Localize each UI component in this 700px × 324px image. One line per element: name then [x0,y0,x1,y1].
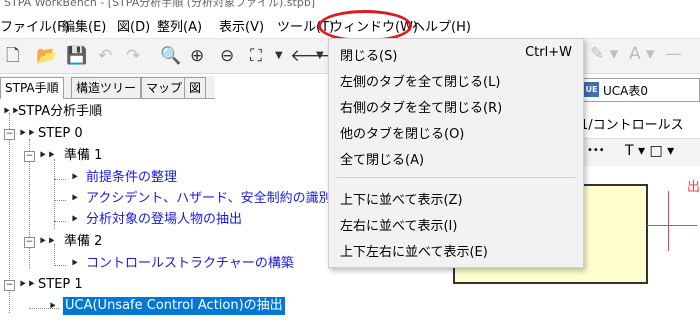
tree-item-actors[interactable]: 分析対象の登場人物の抽出 [86,211,242,229]
menu-item-label: 左側のタブを全て閉じる(L) [340,75,501,90]
tree-connector [54,200,66,201]
tree-prep2-label[interactable]: 準備 2 [64,233,102,251]
collapse-toggle-icon[interactable]: − [4,280,15,291]
tab-map[interactable]: マップ [141,77,188,98]
menu-item-label: 全て閉じる(A) [340,153,425,168]
tree-item-preconditions[interactable]: 前提条件の整理 [86,169,177,187]
table-icon: UE [584,82,599,97]
arrow-icon: ⯈ [70,257,79,270]
menu-help[interactable]: ヘルプ(H) [412,16,471,35]
diagram-connector [647,225,697,226]
tree-connector [54,159,55,229]
menu-align[interactable]: 整列(A) [157,16,202,35]
tree-step0-label[interactable]: STEP 0 [38,125,83,143]
tab-stpa-procedure[interactable]: STPA手順 [0,77,64,99]
tree-connector [54,265,66,266]
tree-prep1-label[interactable]: 準備 1 [64,147,102,165]
menu-file[interactable]: ファイル(F) [0,16,70,35]
menu-item-shortcut: Ctrl+W [525,45,572,60]
menu-view[interactable]: 表示(V) [219,16,264,35]
menu-item-label: 上下に並べて表示(Z) [340,193,463,208]
arrow-icon: ⯈ [70,213,79,226]
menu-item-label: 左右に並べて表示(I) [340,219,458,234]
menu-item-close[interactable]: 閉じる(S) Ctrl+W [329,43,583,64]
text-tool-icon[interactable]: T ▾ □ ▾ [625,143,674,159]
tab-diagram[interactable]: 図 [184,77,207,98]
menu-item-tile-horizontal[interactable]: 左右に並べて表示(I) [329,213,583,234]
zoom-icon[interactable]: 🔍 [160,47,181,65]
menu-edit[interactable]: 編集(E) [62,16,106,35]
tree-item-uca-extraction[interactable]: UCA(Unsafe Control Action)の抽出 [63,297,285,315]
format-toolbar: ••• T ▾ □ ▾ [575,138,700,168]
tree-connector [54,221,66,222]
tree-connector [54,179,66,180]
menu-item-label: 上下左右に並べて表示(E) [340,245,488,260]
open-folder-icon[interactable]: 📂 [36,47,57,65]
format-dots: ••• [587,145,605,156]
tree-root-label[interactable]: STPA分析手順 [18,103,102,121]
left-tab-strip: STPA手順 構造ツリー マップ 図 [0,76,215,99]
menu-item-close-other-tabs[interactable]: 他のタブを閉じる(O) [329,121,583,142]
double-arrow-icon: ⯈⯈ [18,278,36,291]
diagram-label: 出 [687,180,700,195]
menu-item-label: 右側のタブを全て閉じる(R) [340,101,503,116]
new-file-icon[interactable]: 🗋 [6,47,20,65]
tab-uca-table[interactable]: UE UCA表0 [580,78,700,102]
menu-item-label: 他のタブを閉じる(O) [340,127,465,142]
back-dropdown-icon[interactable]: ▼ [316,47,324,65]
window-title: STPA WorkBench - [STPA分析手順 (分析対象ファイル).st… [4,0,316,9]
tree-item-accidents-hazards[interactable]: アクシデント、ハザード、安全制約の識別 [86,190,332,208]
format-tools-disabled: ✎ ▾ A ▾ — [590,44,683,64]
fit-window-icon[interactable]: ⛶ [250,47,262,65]
menu-item-close-all[interactable]: 全て閉じる(A) [329,147,583,168]
menu-separator [337,177,575,178]
collapse-toggle-icon[interactable]: − [24,237,35,248]
collapse-toggle-icon[interactable]: − [4,129,15,140]
editor-panel: UE UCA表0 1/コントロールス ••• T ▾ □ ▾ 出 [453,76,700,324]
double-arrow-icon: ⯈⯈ [2,105,20,118]
zoom-out-icon[interactable]: ⊖ [220,47,234,65]
procedure-tree: ⯈⯈ STPA分析手順 − ⯈⯈ STEP 0 − ⯈⯈ 準備 1 ⯈ 前提条件… [0,99,332,324]
menu-item-close-left-tabs[interactable]: 左側のタブを全て閉じる(L) [329,69,583,90]
redo-icon[interactable]: ↷ [126,47,140,65]
tree-item-control-structure[interactable]: コントロールストラクチャーの構築 [86,255,294,273]
save-icon[interactable]: 💾 [66,47,87,65]
menu-item-close-right-tabs[interactable]: 右側のタブを全て閉じる(R) [329,95,583,116]
title-bar: STPA WorkBench - [STPA分析手順 (分析対象ファイル).st… [0,0,700,10]
double-arrow-icon: ⯈⯈ [38,149,56,162]
window-menu-dropdown: 閉じる(S) Ctrl+W 左側のタブを全て閉じる(L) 右側のタブを全て閉じる… [328,38,584,268]
menu-diagram[interactable]: 図(D) [117,16,150,35]
tab-uca-table-label: UCA表0 [603,84,649,98]
tree-step1-label[interactable]: STEP 1 [38,276,83,294]
zoom-in-icon[interactable]: ⊕ [190,47,204,65]
arrow-icon: ⯈ [70,192,79,205]
undo-icon[interactable]: ↶ [98,47,112,65]
tab-structure-tree[interactable]: 構造ツリー [71,77,142,98]
menu-item-tile-vertical[interactable]: 上下に並べて表示(Z) [329,187,583,208]
collapse-toggle-icon[interactable]: − [24,151,35,162]
breadcrumb: 1/コントロールス [580,118,684,133]
arrow-icon: ⯈ [48,300,57,313]
double-arrow-icon: ⯈⯈ [38,235,56,248]
menu-item-tile-grid[interactable]: 上下左右に並べて表示(E) [329,239,583,260]
fit-dropdown-icon[interactable]: ▼ [275,47,283,65]
diagram-connector [668,191,669,251]
menu-item-label: 閉じる(S) [340,49,398,64]
double-arrow-icon: ⯈⯈ [18,127,36,140]
arrow-icon: ⯈ [70,171,79,184]
